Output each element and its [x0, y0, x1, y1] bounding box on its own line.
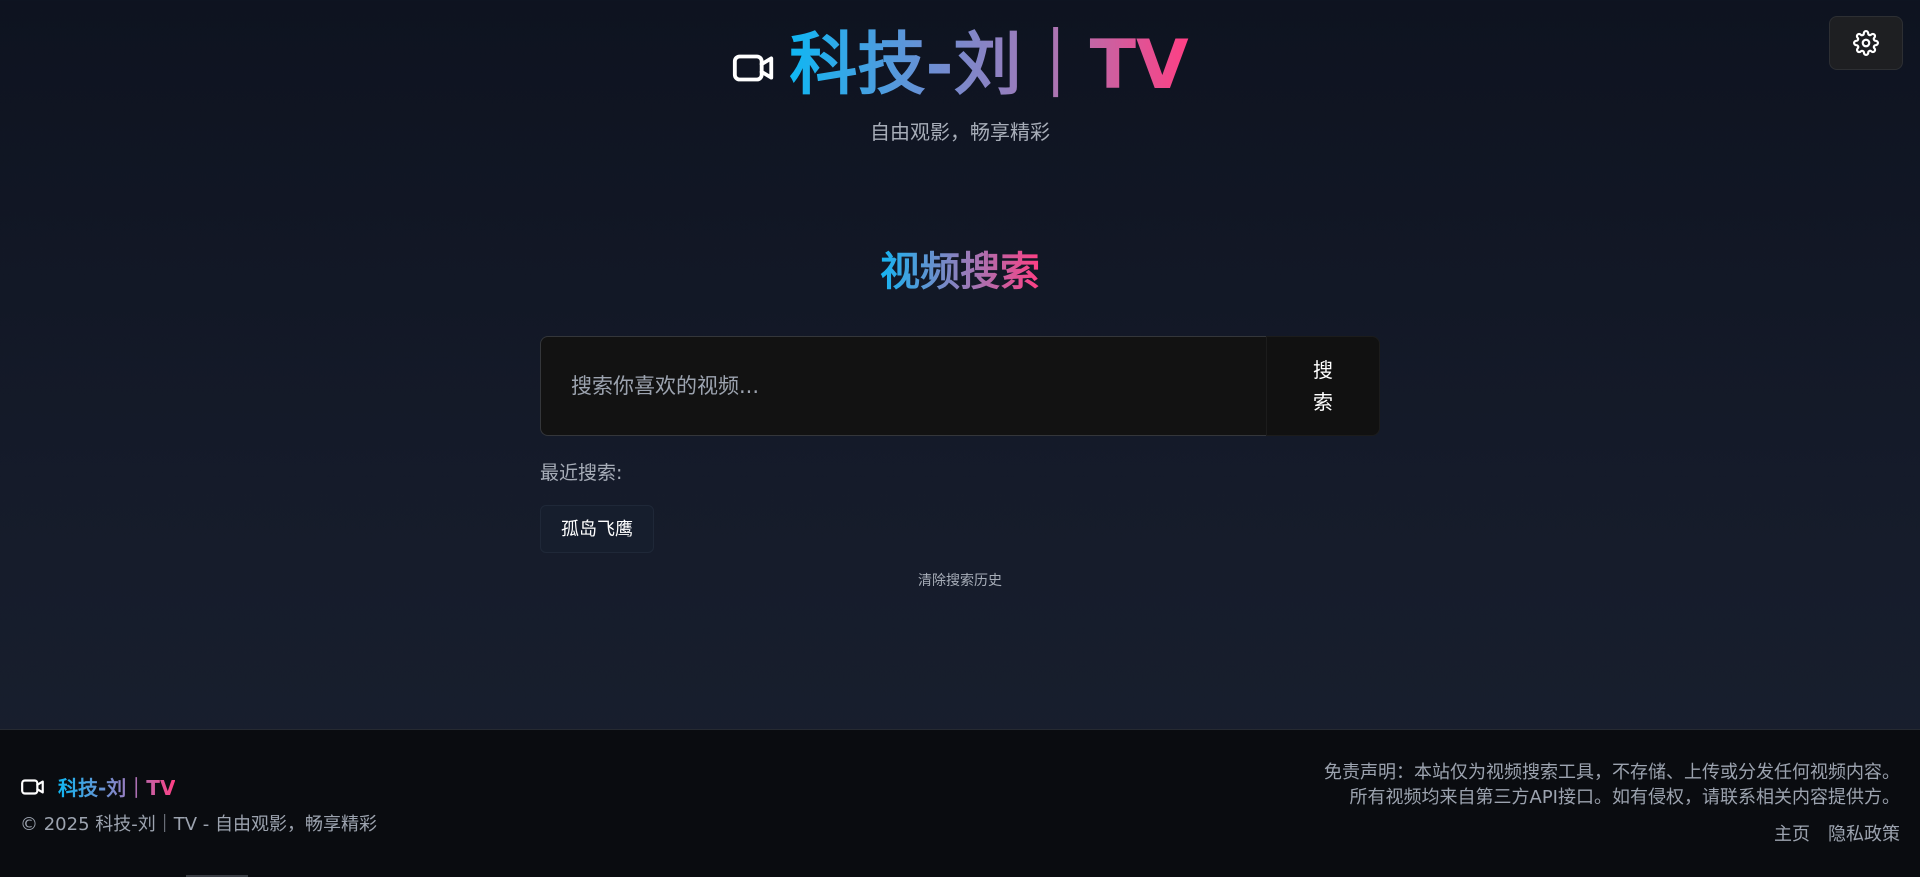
footer-link-privacy[interactable]: 隐私政策 [1828, 820, 1900, 846]
footer-brand: 科技-刘｜TV [20, 772, 175, 801]
recent-search-tag[interactable]: 孤岛飞鹰 [540, 505, 654, 553]
footer-links: 主页 隐私政策 [1774, 820, 1900, 846]
site-tagline: 自由观影，畅享精彩 [870, 120, 1050, 144]
search-input[interactable] [540, 336, 1266, 436]
disclaimer-line: 免责声明：本站仅为视频搜索工具，不存储、上传或分发任何视频内容。 [1324, 762, 1900, 783]
search-button[interactable]: 搜索 [1266, 336, 1380, 436]
video-camera-icon [20, 774, 46, 800]
search-heading: 视频搜索 [0, 244, 1920, 300]
site-footer: 科技-刘｜TV © 2025 科技-刘｜TV - 自由观影，畅享精彩 免责声明：… [0, 729, 1920, 877]
site-header: 科技-刘｜TV [0, 24, 1920, 108]
clear-history-button[interactable]: 清除搜索历史 [0, 570, 1920, 590]
search-heading-text: 视频搜索 [880, 249, 1040, 295]
search-button-label: 搜索 [1313, 358, 1333, 414]
site-title[interactable]: 科技-刘｜TV [789, 24, 1188, 108]
disclaimer: 免责声明：本站仅为视频搜索工具，不存储、上传或分发任何视频内容。 所有视频均来自… [1000, 760, 1900, 810]
search-bar: 搜索 [540, 336, 1380, 436]
copyright-text: © 2025 科技-刘｜TV - 自由观影，畅享精彩 [20, 814, 377, 835]
video-camera-icon [731, 45, 777, 91]
footer-link-home[interactable]: 主页 [1774, 820, 1810, 846]
recent-searches-label: 最近搜索: [540, 462, 623, 484]
footer-brand-title: 科技-刘｜TV [58, 772, 175, 801]
disclaimer-line: 所有视频均来自第三方API接口。如有侵权，请联系相关内容提供方。 [1349, 787, 1900, 808]
